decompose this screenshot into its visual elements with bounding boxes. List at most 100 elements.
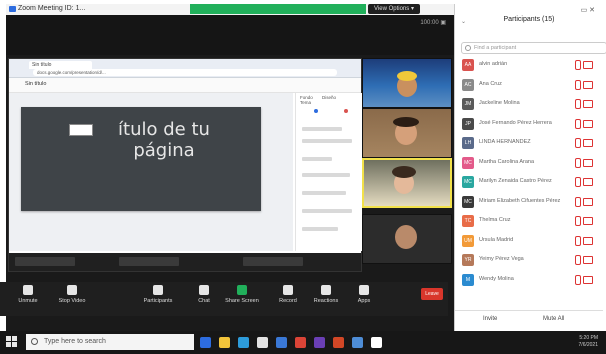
active-video-tile[interactable]: [362, 158, 452, 208]
mic-muted-icon[interactable]: [575, 79, 581, 90]
share-screen-button[interactable]: Share Screen: [222, 285, 262, 304]
panel-line: [302, 157, 332, 161]
record-label: Record: [279, 298, 297, 304]
apps-icon: [359, 285, 369, 295]
video-off-icon[interactable]: [583, 100, 593, 108]
document-title[interactable]: Sin título: [25, 81, 46, 87]
system-tray[interactable]: 5:20 PM 7/6/2021: [579, 335, 598, 349]
meeting-controls: Unmute Stop Video Participants Chat Shar…: [0, 282, 448, 316]
leave-button[interactable]: Leave: [421, 288, 443, 300]
mic-muted-icon[interactable]: [575, 216, 581, 226]
zoom-window-title: Zoom Meeting ID: 1...: [18, 5, 86, 12]
invite-button[interactable]: Invite: [483, 316, 497, 322]
participants-button[interactable]: Participants: [138, 285, 178, 304]
zoom-logo-icon: [9, 6, 16, 12]
slide[interactable]: ítulo de tu página: [21, 107, 261, 211]
taskbar-app-icon[interactable]: [257, 337, 268, 348]
video-tile[interactable]: [362, 214, 452, 264]
unmute-button[interactable]: Unmute: [8, 285, 48, 304]
video-off-icon[interactable]: [583, 197, 593, 206]
address-bar[interactable]: docs.google.com/presentation/d/...: [33, 69, 337, 76]
share-icon: [237, 285, 247, 295]
color-swatch-icon[interactable]: [314, 109, 318, 113]
color-swatch-icon[interactable]: [344, 109, 348, 113]
participant-row[interactable]: LH LINDA HERNANDEZ: [461, 136, 597, 150]
taskbar-app-icon[interactable]: [295, 337, 306, 348]
video-off-icon[interactable]: [583, 217, 593, 225]
participant-row[interactable]: TC Thelma Cruz: [461, 214, 597, 228]
taskbar-app-icon[interactable]: [371, 337, 382, 348]
mic-muted-icon[interactable]: [575, 196, 581, 207]
taskbar-app-icon[interactable]: [352, 337, 363, 348]
video-off-icon[interactable]: [583, 256, 593, 264]
participants-footer: Invite Mute All: [455, 310, 603, 327]
reactions-button[interactable]: Reactions: [306, 285, 346, 304]
participant-name: Ursula Madrid: [479, 236, 514, 243]
search-icon: [31, 338, 38, 345]
record-button[interactable]: Record: [268, 285, 308, 304]
participant-face: [395, 225, 417, 249]
mic-muted-icon[interactable]: [575, 157, 581, 168]
chat-label: Chat: [198, 298, 210, 304]
video-off-icon[interactable]: [583, 80, 593, 89]
participant-row[interactable]: AC Ana Cruz: [461, 78, 597, 92]
taskbar-search-input[interactable]: Type here to search: [26, 334, 194, 350]
participant-row[interactable]: MC Martha Carolina Arana: [461, 156, 597, 170]
browser-tab[interactable]: Sin título: [29, 61, 92, 69]
windows-taskbar: Type here to search 5:20 PM 7/6/2021: [0, 331, 606, 354]
mute-all-button[interactable]: Mute All: [543, 316, 564, 322]
taskbar-app-icon[interactable]: [314, 337, 325, 348]
participant-row[interactable]: YR Yeimy Pérez Vega: [461, 253, 597, 267]
mic-muted-icon[interactable]: [575, 138, 581, 148]
video-tile[interactable]: [362, 108, 452, 158]
mic-muted-icon[interactable]: [575, 177, 581, 187]
participant-row[interactable]: M Wendy Molina: [461, 273, 597, 287]
participant-row[interactable]: JM Jackeline Molina: [461, 97, 597, 111]
video-off-icon[interactable]: [583, 275, 593, 284]
panel-window-controls[interactable]: ▭ ✕: [581, 6, 595, 14]
taskbar-app-icon[interactable]: [219, 337, 230, 348]
participant-name: Miriam Elizabeth Cifuentes Pérez: [479, 197, 561, 204]
video-tile[interactable]: [362, 58, 452, 108]
participant-row[interactable]: UM Ursula Madrid: [461, 234, 597, 248]
taskbar-app-icon[interactable]: [276, 337, 287, 348]
chat-button[interactable]: Chat: [184, 285, 224, 304]
reactions-icon: [321, 285, 331, 295]
taskbar-app-icon[interactable]: [238, 337, 249, 348]
video-off-icon[interactable]: [583, 236, 593, 245]
view-options-button[interactable]: View Options ▾: [368, 4, 420, 14]
mic-muted-icon[interactable]: [575, 60, 581, 70]
video-off-icon[interactable]: [583, 158, 593, 167]
participants-icon: [153, 285, 163, 295]
participant-name: LINDA HERNANDEZ: [479, 139, 531, 145]
video-off-icon[interactable]: [583, 119, 593, 128]
windows-start-icon[interactable]: [6, 336, 18, 348]
video-off-icon[interactable]: [583, 139, 593, 147]
mic-muted-icon[interactable]: [575, 118, 581, 129]
participant-name: alvin adrián: [479, 61, 508, 67]
tab-layout[interactable]: Diseño: [322, 95, 336, 100]
participant-name: Martha Carolina Arana: [479, 158, 535, 165]
mic-muted-icon[interactable]: [575, 235, 581, 246]
taskbar-app-icon[interactable]: [200, 337, 211, 348]
panel-line: [302, 227, 338, 231]
participant-row[interactable]: JP José Fernando Pérez Herrera: [461, 117, 597, 131]
stop-video-button[interactable]: Stop Video: [52, 285, 92, 304]
avatar: TC: [462, 215, 474, 227]
tab-theme[interactable]: Tema: [300, 100, 311, 105]
slide-title[interactable]: ítulo de tu página: [89, 119, 239, 161]
avatar: LH: [462, 137, 474, 149]
video-off-icon[interactable]: [583, 178, 593, 186]
taskbar-app-icon[interactable]: [333, 337, 344, 348]
participant-row[interactable]: AA alvin adrián: [461, 58, 597, 72]
stop-video-label: Stop Video: [58, 298, 86, 304]
mic-muted-icon[interactable]: [575, 255, 581, 265]
participant-row[interactable]: MC Marilyn Zenaida Castro Pérez: [461, 175, 597, 189]
participant-search-input[interactable]: Find a participant: [461, 42, 606, 54]
participant-row[interactable]: MC Miriam Elizabeth Cifuentes Pérez: [461, 195, 597, 209]
mic-muted-icon[interactable]: [575, 99, 581, 109]
meeting-top-controls[interactable]: 100:00 ▣: [420, 19, 446, 26]
video-off-icon[interactable]: [583, 61, 593, 69]
apps-button[interactable]: Apps: [344, 285, 384, 304]
mic-muted-icon[interactable]: [575, 274, 581, 285]
